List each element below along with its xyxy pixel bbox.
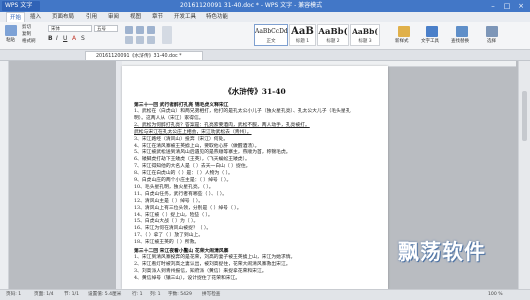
- format-painter-button[interactable]: 格式刷: [22, 39, 36, 45]
- document-line: 14、宋江被（ ）捉上山，险些（ ）。: [134, 212, 213, 218]
- copy-button[interactable]: 复制: [22, 32, 31, 38]
- vertical-scrollbar[interactable]: [518, 61, 530, 289]
- document-line: 10、毛头星孔明，独火星孔亮，（ ）。: [134, 184, 214, 190]
- tab-chapter[interactable]: 章节: [152, 12, 163, 22]
- document-line: 2、宋江看灯时被刘高之妻认出，被刘高捉住，花荣大闹清风寨救出宋江。: [134, 261, 291, 267]
- tab-view[interactable]: 视图: [130, 12, 141, 22]
- document-line: 12、清风山主是（ ）绰号（ ）。: [134, 198, 204, 204]
- font-name-select[interactable]: 宋体: [48, 25, 92, 32]
- tab-insert[interactable]: 插入: [30, 12, 41, 22]
- bullet-list-icon[interactable]: [125, 26, 133, 34]
- style-heading-2[interactable]: AaBb( 标题 2: [317, 24, 349, 46]
- find-replace-icon[interactable]: [456, 26, 468, 37]
- paragraph-settings-icon[interactable]: [162, 26, 172, 44]
- tab-review[interactable]: 审阅: [108, 12, 119, 22]
- title-bar: WPS 文字 20161120091 31-40.doc * - WPS 文字 …: [0, 0, 530, 12]
- number-list-icon[interactable]: [136, 26, 144, 34]
- tab-home[interactable]: 开始: [6, 12, 26, 22]
- paste-label: 粘贴: [6, 38, 15, 43]
- close-icon[interactable]: ×: [514, 0, 528, 12]
- document-line: 6、矮脚虎打劫下王矮虎（王英），（飞天蜈蚣王矮虎）。: [134, 157, 250, 163]
- document-line: 5、宋江被武松送到清风山后遇见的是燕顺等寨主，燕顺为首，称锦毛虎。: [134, 150, 291, 156]
- style-normal[interactable]: AaBbCcDd 正文: [254, 24, 288, 46]
- align-right-icon[interactable]: [147, 36, 155, 44]
- italic-icon[interactable]: I: [56, 35, 58, 43]
- text-tools-label: 文字工具: [421, 39, 439, 44]
- status-bar: 页码: 1 页面: 1/4 节: 1/1 设置值: 5.4厘米 行: 1 列: …: [0, 289, 530, 300]
- tab-references[interactable]: 引用: [86, 12, 97, 22]
- find-replace-label: 查找替换: [451, 39, 469, 44]
- document-line: 明）。这两人从（宋江）家得信。: [134, 115, 204, 121]
- document-line: 1、宋江到清风寨投奔的是花荣，刘高的妻子被王英掳上山，宋江为她求情。: [134, 255, 296, 260]
- bold-icon[interactable]: B: [48, 35, 53, 43]
- scroll-thumb[interactable]: [522, 91, 527, 141]
- tab-developer[interactable]: 开发工具: [174, 12, 196, 22]
- document-line: 1、武松在（白虎山）和两兄弟相打，他打的是孔太公小儿子（独火星孔亮）、孔太公大儿…: [134, 109, 351, 114]
- app-menu-button[interactable]: WPS 文字: [2, 1, 40, 11]
- align-center-icon[interactable]: [136, 36, 144, 44]
- document-line: 16、宋江为何在清风山被捉？（ ）。: [134, 226, 212, 232]
- document-line: 4、黄信绰号（镇三山），设计捉住了花荣和宋江。: [134, 275, 241, 281]
- document-line: 15、白虎山大战（ ）为（ ）。: [134, 219, 199, 225]
- select-label: 选择: [487, 39, 496, 44]
- paste-icon[interactable]: [5, 25, 17, 36]
- document-line: 7、宋江得知他的大名人是（ ）去天一白山（ ）捉住。: [134, 164, 251, 170]
- new-style-icon[interactable]: [398, 26, 410, 37]
- document-line: 9、白虎山庄的两个小庄主是：（ ）绰号（ ）。: [134, 178, 232, 183]
- document-line: 13、清风山上有三位头领，分别是（ ）绰号（ ）。: [134, 205, 242, 211]
- cut-button[interactable]: 剪切: [22, 25, 31, 31]
- maximize-icon[interactable]: □: [500, 0, 514, 12]
- ribbon: 粘贴 剪切 复制 格式刷 宋体 五号 B I U A S AaBbCcDd 正文…: [0, 22, 530, 50]
- style-heading-3[interactable]: AaBb( 标题 3: [350, 24, 380, 46]
- underline-icon[interactable]: U: [63, 35, 67, 43]
- chapter-heading: 第三十一回 武行者醉打孔亮 锦毛虎义释宋江: [134, 102, 229, 108]
- document-tab-bar: 20161120091《水浒传》31-40.doc *: [0, 50, 530, 61]
- document-line: 3、宋江路经（清风山）投奔（宋江）何处。: [134, 136, 229, 142]
- document-line: 2、武松为何醉打孔亮？答案是：孔亮索要酒肉，武松不服，两人动手，孔亮被打。: [134, 122, 310, 128]
- tab-features[interactable]: 特色功能: [206, 12, 228, 22]
- style-heading-1[interactable]: AaB 标题 1: [289, 24, 316, 46]
- document-line: 武松与宋江在孔太公庄上相会，宋江劝武松去（青州）。: [134, 129, 252, 135]
- document-title: 《水浒传》31-40: [224, 87, 286, 96]
- watermark-logo: 飘荡软件: [398, 240, 486, 264]
- document-line: 3、刘高派人到青州报信，知府派（黄信）来捉拿花荣和宋江。: [134, 268, 267, 274]
- font-color-icon[interactable]: A: [72, 35, 76, 43]
- minimize-icon[interactable]: –: [486, 0, 500, 12]
- chapter-heading: 第三十二回 宋江夜看小鳌山 花荣大闹清风寨: [134, 248, 229, 254]
- strikethrough-icon[interactable]: S: [81, 35, 85, 43]
- document-line: 11、白虎山任务，武行者有哪些（ ）、（ ）。: [134, 191, 228, 197]
- select-icon[interactable]: [486, 26, 498, 37]
- text-tools-icon[interactable]: [426, 26, 438, 37]
- window-title: 20161120091 31-40.doc * - WPS 文字 - 兼容模式: [180, 2, 323, 9]
- font-size-select[interactable]: 五号: [94, 25, 118, 32]
- tab-page-layout[interactable]: 页面布局: [52, 12, 74, 22]
- document-line: 4、宋江在清风寨被王英掳上山，要取他心肝（做醒酒汤）。: [134, 143, 260, 149]
- document-line: 8、宋江在白虎山的（ ）是：（ ）人物为（ ）。: [134, 171, 233, 177]
- left-panel: [0, 61, 9, 289]
- document-line: 17、（ ）拿了（ ）放了到山上。: [134, 233, 204, 239]
- document-tab[interactable]: 20161120091《水浒传》31-40.doc *: [85, 51, 203, 60]
- new-style-label: 新样式: [395, 39, 409, 44]
- document-page[interactable]: 《水浒传》31-40 第三十一回 武行者醉打孔亮 锦毛虎义释宋江 1、武松在（白虎…: [122, 66, 388, 289]
- align-left-icon[interactable]: [125, 36, 133, 44]
- document-line: 18、宋江被王英的（ ）所救。: [134, 240, 200, 246]
- indent-icon[interactable]: [147, 26, 155, 34]
